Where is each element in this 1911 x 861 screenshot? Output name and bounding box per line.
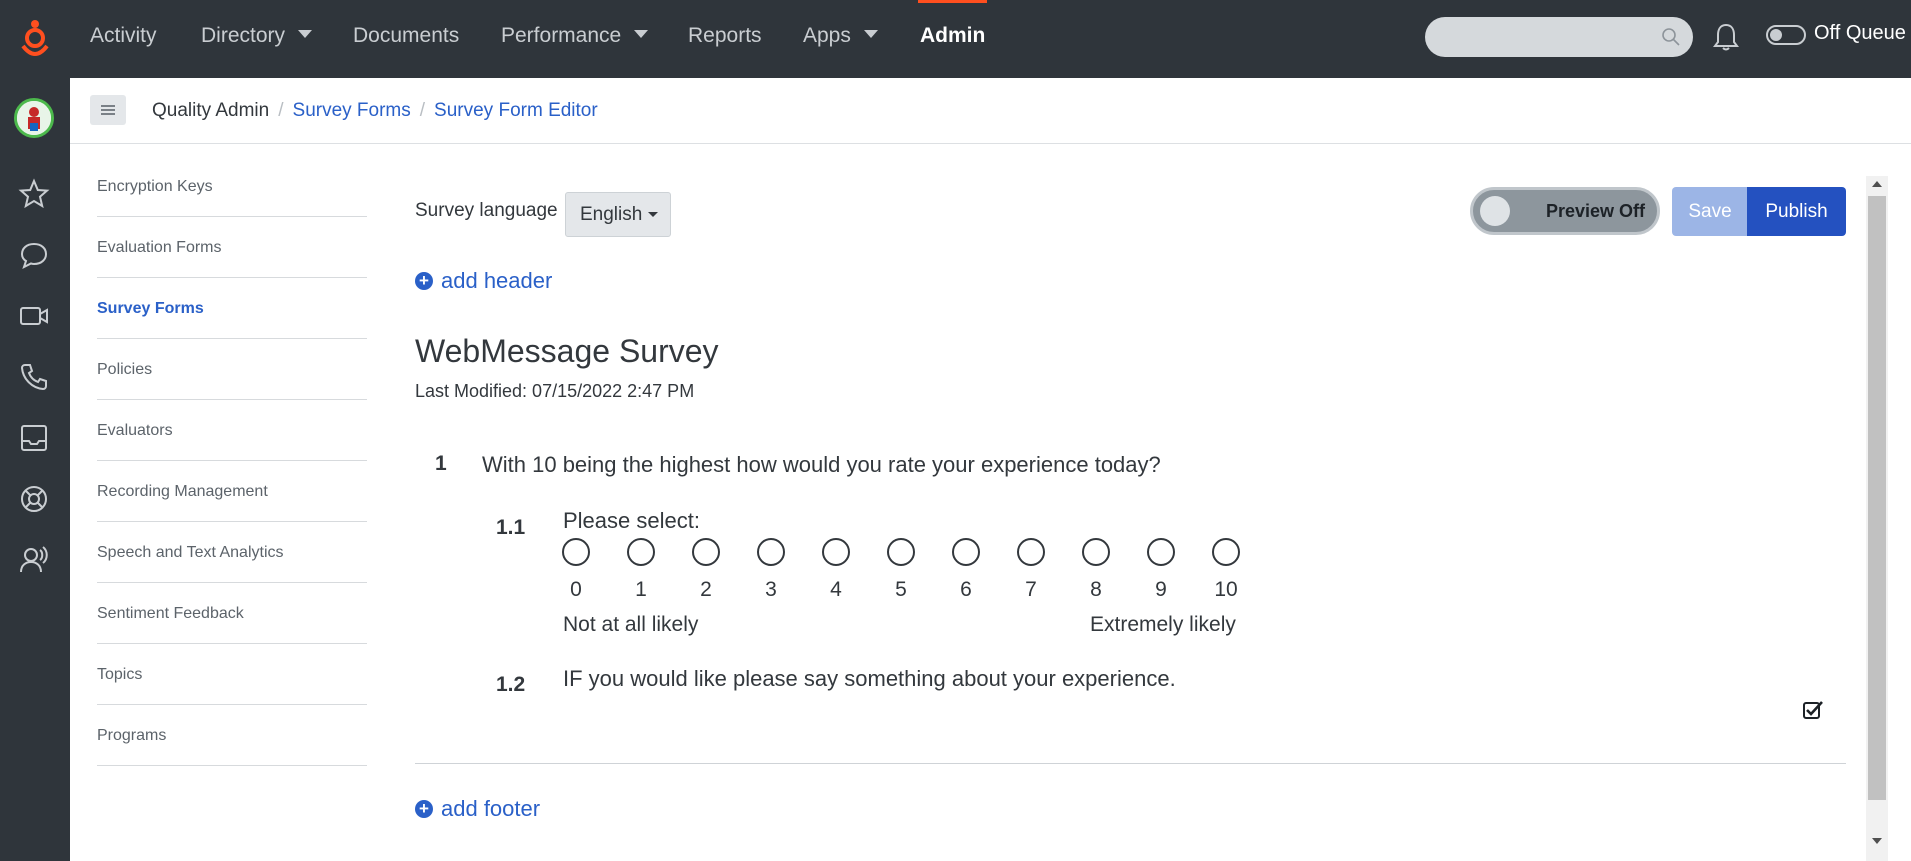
nav-activity[interactable]: Activity (90, 0, 157, 78)
chevron-down-icon (298, 30, 313, 38)
rating-option-label: 1 (635, 578, 647, 601)
rating-option-label: 9 (1155, 578, 1167, 601)
side-item-programs[interactable]: Programs (97, 705, 367, 766)
chevron-down-icon (634, 30, 649, 38)
question-text[interactable]: IF you would like please say something a… (563, 666, 1176, 692)
rating-radio[interactable] (952, 538, 980, 566)
side-item-speech-text-analytics[interactable]: Speech and Text Analytics (97, 522, 367, 583)
breadcrumb-survey-forms[interactable]: Survey Forms (293, 100, 411, 121)
caret-down-icon (648, 212, 659, 217)
side-item-survey-forms[interactable]: Survey Forms (97, 278, 367, 339)
queue-status-label: Off Queue (1814, 22, 1906, 44)
rating-option-label: 2 (700, 578, 712, 601)
question-number: 1.2 (496, 673, 526, 696)
preview-toggle[interactable]: Preview Off (1470, 187, 1660, 235)
chat-icon[interactable] (18, 239, 50, 271)
side-item-recording-management[interactable]: Recording Management (97, 461, 367, 522)
plus-circle-icon: + (415, 272, 433, 290)
rating-radio[interactable] (1212, 538, 1240, 566)
nav-performance[interactable]: Performance (501, 0, 649, 78)
rating-option-label: 10 (1214, 578, 1238, 601)
nav-apps[interactable]: Apps (803, 0, 878, 78)
scrollbar-thumb[interactable] (1868, 196, 1886, 800)
nav-documents[interactable]: Documents (353, 0, 459, 78)
footer-divider (415, 763, 1846, 764)
nav-directory[interactable]: Directory (201, 0, 313, 78)
breadcrumb-survey-form-editor[interactable]: Survey Form Editor (434, 100, 598, 121)
side-item-evaluation-forms[interactable]: Evaluation Forms (97, 217, 367, 278)
add-header-link[interactable]: + add header (415, 268, 552, 294)
menu-toggle-button[interactable] (90, 95, 126, 125)
side-item-sentiment-feedback[interactable]: Sentiment Feedback (97, 583, 367, 644)
form-title: WebMessage Survey (415, 333, 719, 369)
bell-icon[interactable] (1712, 22, 1740, 52)
side-item-evaluators[interactable]: Evaluators (97, 400, 367, 461)
rating-radio[interactable] (692, 538, 720, 566)
question-text[interactable]: Please select: (563, 508, 700, 534)
last-modified: Last Modified: 07/15/2022 2:47 PM (415, 381, 695, 401)
save-button[interactable]: Save (1672, 187, 1748, 236)
rating-radio[interactable] (1147, 538, 1175, 566)
publish-button[interactable]: Publish (1747, 187, 1846, 236)
nav-reports[interactable]: Reports (688, 0, 762, 78)
nav-admin[interactable]: Admin (917, 0, 988, 78)
search-input[interactable] (1425, 17, 1693, 57)
rating-option-label: 6 (960, 578, 972, 601)
plus-circle-icon: + (415, 800, 433, 818)
side-menu: Encryption Keys Evaluation Forms Survey … (97, 156, 367, 766)
favorites-icon[interactable] (18, 178, 50, 210)
side-item-encryption-keys[interactable]: Encryption Keys (97, 156, 367, 217)
phone-icon[interactable] (18, 361, 50, 393)
breadcrumb-bar: Quality Admin / Survey Forms / Survey Form E… (70, 78, 1911, 144)
rating-radio[interactable] (822, 538, 850, 566)
rating-radio[interactable] (562, 538, 590, 566)
survey-language-label: Survey language (415, 200, 558, 221)
survey-language-dropdown[interactable]: English (565, 192, 671, 237)
video-icon[interactable] (18, 300, 50, 332)
question-group-number: 1 (435, 452, 447, 475)
rating-option-label: 4 (830, 578, 842, 601)
chevron-down-icon (863, 30, 878, 38)
rating-option-label: 7 (1025, 578, 1037, 601)
scroll-down-arrow[interactable] (1872, 838, 1882, 844)
inbox-icon[interactable] (18, 422, 50, 454)
people-icon[interactable] (18, 544, 50, 576)
avatar[interactable] (14, 98, 54, 138)
rating-option-label: 8 (1090, 578, 1102, 601)
rating-option-label: 0 (570, 578, 582, 601)
breadcrumb-quality-admin: Quality Admin (152, 100, 270, 121)
question-number: 1.1 (496, 516, 526, 539)
rating-radio[interactable] (627, 538, 655, 566)
rating-radio[interactable] (757, 538, 785, 566)
queue-toggle[interactable] (1766, 25, 1806, 45)
scale-high-label: Extremely likely (1090, 613, 1236, 636)
rating-radio[interactable] (1017, 538, 1045, 566)
search-icon (1662, 28, 1680, 46)
left-rail (0, 78, 70, 861)
rating-option-label: 5 (895, 578, 907, 601)
scale-low-label: Not at all likely (563, 613, 699, 636)
rating-radio[interactable] (887, 538, 915, 566)
rating-radio[interactable] (1082, 538, 1110, 566)
rating-option-label: 3 (765, 578, 777, 601)
top-nav: Activity Directory Documents Performance… (0, 0, 1911, 78)
side-item-policies[interactable]: Policies (97, 339, 367, 400)
genesys-logo[interactable] (18, 18, 52, 60)
breadcrumb: Quality Admin / Survey Forms / Survey Form E… (152, 100, 598, 121)
scroll-up-arrow[interactable] (1872, 181, 1882, 187)
side-item-topics[interactable]: Topics (97, 644, 367, 705)
help-icon[interactable] (18, 483, 50, 515)
question-group-text[interactable]: With 10 being the highest how would you … (482, 452, 1161, 478)
checkbox-checked-icon[interactable] (1802, 699, 1824, 721)
add-footer-link[interactable]: + add footer (415, 796, 540, 822)
